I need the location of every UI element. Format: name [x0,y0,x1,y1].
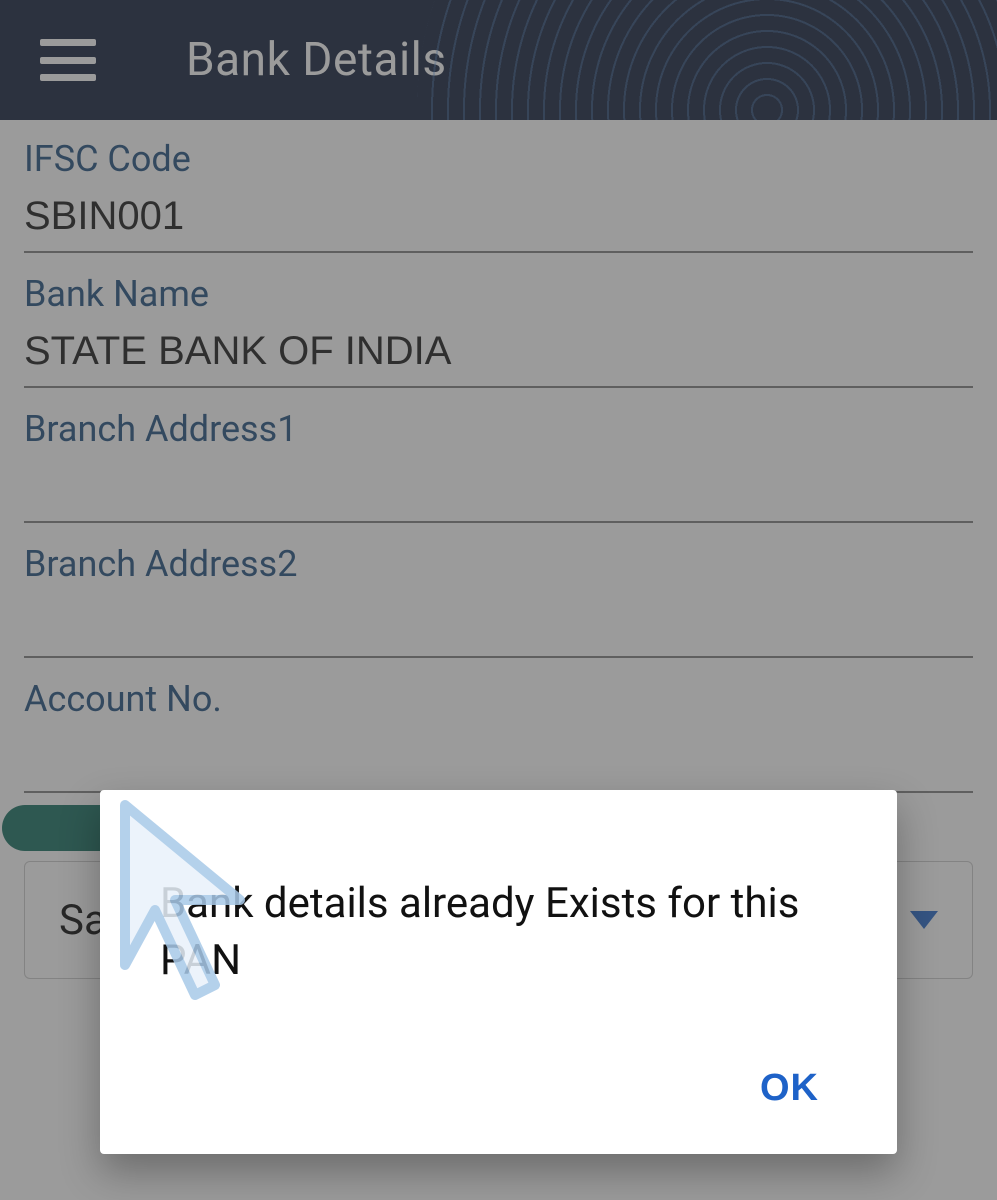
alert-actions: OK [160,1059,837,1118]
ok-button[interactable]: OK [742,1059,837,1118]
ifsc-label: IFSC Code [24,138,973,180]
account-no-label: Account No. [24,678,973,720]
account-no-group: Account No. [24,678,973,793]
alert-message: Bank details already Exists for this PAN [160,876,837,989]
branch2-input[interactable] [24,591,973,658]
alert-dialog: Bank details already Exists for this PAN… [100,790,897,1154]
chevron-down-icon [910,911,938,929]
branch1-input[interactable] [24,456,973,523]
bank-name-label: Bank Name [24,273,973,315]
branch2-group: Branch Address2 [24,543,973,658]
branch1-group: Branch Address1 [24,408,973,523]
bank-name-input[interactable] [24,321,973,388]
bank-name-group: Bank Name [24,273,973,388]
app-header: Bank Details [0,0,997,120]
ifsc-group: IFSC Code [24,138,973,253]
branch1-label: Branch Address1 [24,408,973,450]
ifsc-input[interactable] [24,186,973,253]
branch2-label: Branch Address2 [24,543,973,585]
page-title: Bank Details [186,33,447,87]
hamburger-icon[interactable] [40,39,96,81]
account-no-input[interactable] [24,726,973,793]
